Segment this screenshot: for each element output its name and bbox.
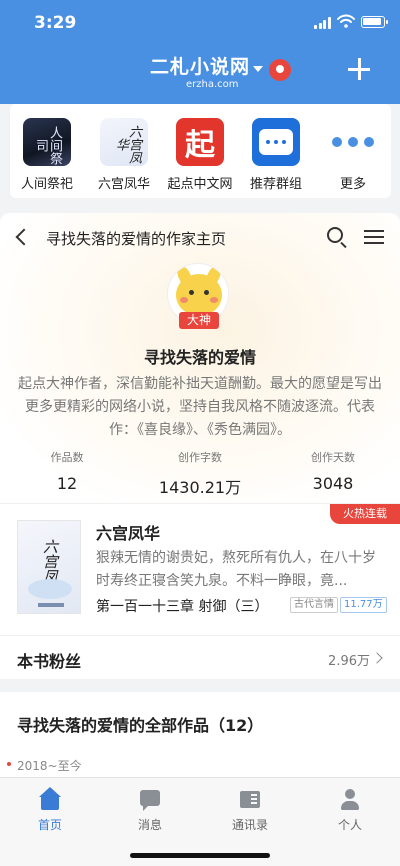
top-header: 3:29 二札小说网 erzha.com [0, 0, 400, 104]
section-title: 寻找失落的爱情的全部作品（12） [17, 716, 264, 735]
year-range: 2018~至今 [17, 759, 82, 773]
quick-app-label: 推荐群组 [249, 177, 302, 192]
tab-profile[interactable]: 个人 [300, 788, 400, 833]
author-bio: 起点大神作者，深信勤能补拙天道酬勤。最大的愿望是写出更多更精彩的网络小说，坚持自… [18, 376, 382, 438]
quick-app-more[interactable]: 更多 [318, 118, 388, 192]
book-description: 狠辣无情的谢贵妃，熬死所有仇人，在八十岁时寿终正寝含笑九泉。不料一睁眼，竟... [96, 550, 376, 589]
stat-days: 创作天数 3048 [273, 449, 393, 493]
page-title: 寻找失落的爱情的作家主页 [46, 230, 227, 248]
chevron-down-icon[interactable] [253, 66, 263, 72]
status-time: 3:29 [34, 13, 77, 33]
book-title: 六宫凤华 [96, 524, 161, 543]
book-card[interactable]: 火热连载 六宫凤华 六宫凤华 狠辣无情的谢贵妃，熬死所有仇人，在八十岁时寿终正寝… [0, 503, 400, 635]
stat-value: 1430.21万 [158, 478, 242, 497]
tab-messages[interactable]: 消息 [100, 788, 200, 833]
stat-value: 3048 [312, 474, 354, 493]
tab-label: 消息 [137, 818, 162, 832]
add-icon[interactable] [348, 58, 370, 80]
status-bar: 3:29 [0, 0, 400, 44]
quick-app-label: 起点中文网 [167, 177, 233, 192]
hot-serial-tag: 火热连载 [330, 504, 400, 524]
latest-chapter: 第一百一十三章 射御（三） [96, 599, 269, 615]
stat-label: 创作字数 [178, 451, 222, 464]
menu-icon[interactable] [364, 230, 384, 244]
person-icon [339, 788, 361, 810]
user-avatar-button[interactable] [269, 59, 291, 81]
search-icon[interactable] [327, 227, 343, 243]
tab-home[interactable]: 首页 [0, 787, 100, 833]
stat-label: 作品数 [50, 451, 84, 464]
chat-bubble-icon [252, 118, 300, 166]
tab-contacts[interactable]: 通讯录 [200, 788, 300, 833]
quick-app-label: 人间祭祀 [20, 177, 73, 192]
tab-label: 个人 [337, 818, 362, 832]
stat-label: 创作天数 [311, 451, 355, 464]
quick-app-groups[interactable]: 推荐群组 [241, 118, 311, 192]
quick-app-liugongfenghua[interactable]: 六宫凤华 六宫凤华 [89, 118, 159, 192]
tab-label: 通讯录 [231, 818, 268, 832]
quick-app-renjianjisi[interactable]: 人间祭司 人间祭祀 [12, 118, 82, 192]
message-icon [139, 788, 161, 811]
stat-value: 12 [56, 474, 78, 493]
wifi-icon [337, 14, 355, 28]
fans-label: 本书粉丝 [17, 652, 82, 671]
quick-app-label: 更多 [339, 177, 366, 192]
back-arrow-icon[interactable] [15, 228, 33, 246]
genre-tag: 古代言情 [290, 597, 338, 613]
book-cover-icon: 人间祭司 [23, 118, 71, 166]
tab-label: 首页 [37, 818, 62, 832]
quick-apps-card: 人间祭司 人间祭祀 六宫凤华 六宫凤华 起 起点中文网 推荐群组 更多 [10, 104, 391, 198]
home-icon [39, 787, 61, 810]
book-cover: 六宫凤华 [17, 520, 81, 614]
qidian-logo-icon: 起 [176, 118, 224, 166]
stat-works: 作品数 12 [7, 449, 127, 493]
book-cover-icon: 六宫凤华 [100, 118, 148, 166]
author-name: 寻找失落的爱情 [143, 348, 256, 367]
author-level-badge: 大神 [179, 312, 219, 329]
site-title[interactable]: 二札小说网 [150, 52, 250, 79]
site-domain: erzha.com [186, 79, 239, 90]
signal-icon [314, 17, 331, 29]
quick-app-label: 六宫凤华 [97, 177, 150, 192]
battery-icon [361, 16, 388, 28]
user-icon [276, 65, 284, 73]
author-profile-card: 寻找失落的爱情的作家主页 大神 寻找失落的爱情 起点大神作者，深信勤能补拙天道酬… [0, 213, 400, 503]
contacts-icon [239, 788, 261, 810]
timeline-dot [7, 762, 11, 766]
book-fans-row[interactable]: 本书粉丝 2.96万 [0, 635, 400, 679]
chevron-right-icon [371, 652, 383, 664]
word-count-tag: 11.77万 [340, 597, 387, 613]
stat-word-count: 创作字数 1430.21万 [140, 449, 260, 498]
home-indicator [130, 853, 270, 858]
quick-app-qidian[interactable]: 起 起点中文网 [165, 118, 235, 192]
fans-count: 2.96万 [328, 654, 370, 669]
more-dots-icon [329, 118, 377, 166]
